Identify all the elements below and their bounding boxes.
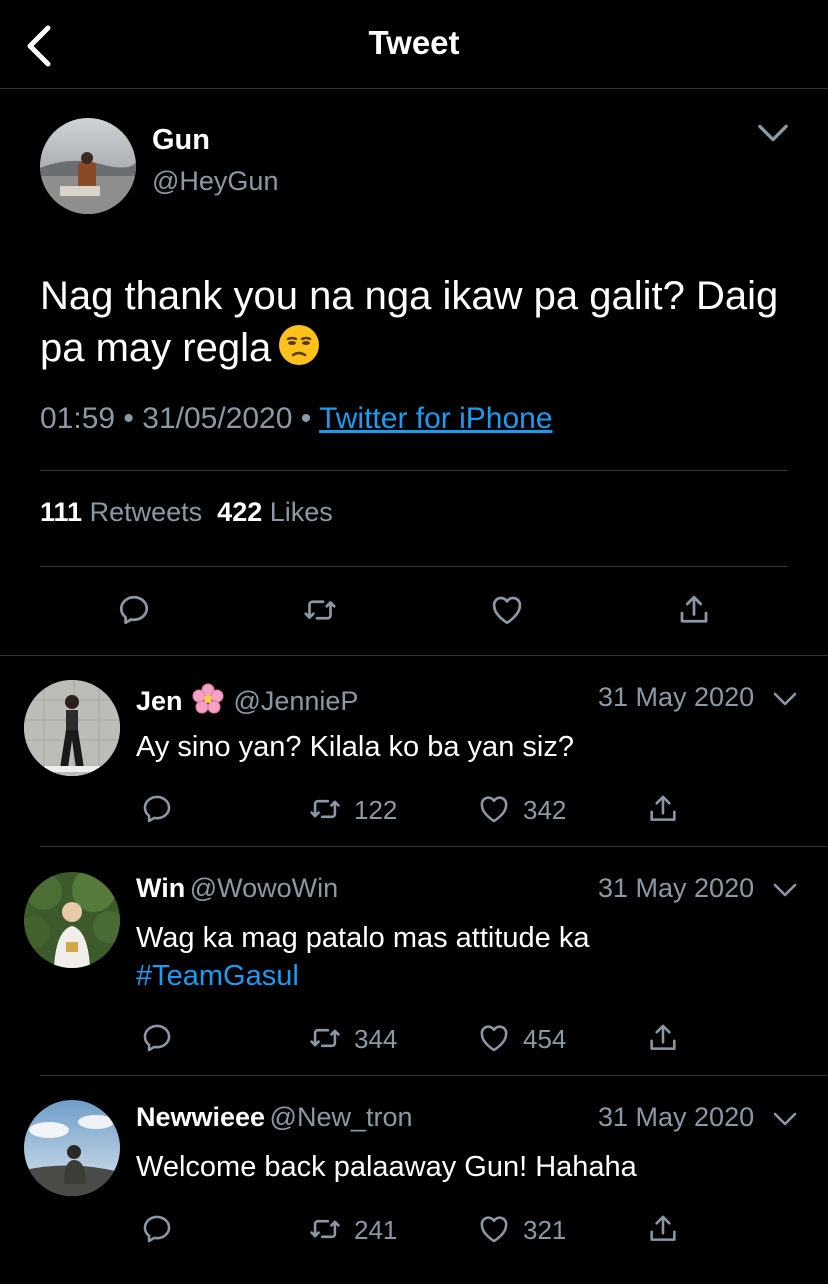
tweet-text: Nag thank you na nga ikaw pa galit? Daig… (40, 270, 780, 374)
retweets-label[interactable]: Retweets (90, 497, 203, 527)
reply-icon[interactable] (140, 792, 174, 826)
chevron-down-icon[interactable] (772, 881, 798, 899)
top-bar: Tweet (0, 0, 828, 89)
engagement-counts: 111 Retweets 422 Likes (40, 497, 333, 528)
like-count[interactable]: 422 (217, 497, 262, 527)
avatar[interactable] (24, 680, 120, 776)
reply-text: Welcome back palaaway Gun! Hahaha (136, 1151, 637, 1183)
share-icon[interactable] (646, 1212, 680, 1246)
tweet-text-body: Nag thank you na nga ikaw pa galit? Daig… (40, 274, 779, 370)
divider (0, 655, 828, 656)
retweet-count[interactable]: 111 (40, 497, 82, 527)
like-icon[interactable] (477, 1212, 511, 1246)
share-icon[interactable] (646, 792, 680, 826)
retweet-count: 241 (354, 1215, 398, 1245)
reply-date: 31 May 2020 (598, 682, 755, 712)
reply-text-body: Wag ka mag patalo mas attitude ka (136, 922, 590, 954)
like-count: 342 (523, 795, 567, 825)
divider (40, 566, 788, 567)
reply-icon[interactable] (140, 1021, 174, 1055)
divider (40, 470, 788, 471)
reply-text: Wag ka mag patalo mas attitude ka #TeamG… (136, 919, 776, 995)
reply-author-name[interactable]: Jen (136, 686, 183, 716)
reply-header: Win @WowoWin (136, 873, 338, 904)
tweet-meta: 01:59 • 31/05/2020 • Twitter for iPhone (40, 402, 553, 436)
meta-dot: • (300, 402, 312, 435)
share-icon[interactable] (646, 1021, 680, 1055)
reply-date: 31 May 2020 (598, 873, 755, 903)
like-icon[interactable] (489, 592, 525, 628)
reply-author-handle[interactable]: @WowoWin (190, 873, 338, 903)
reply-icon[interactable] (116, 592, 152, 628)
meta-dot: • (123, 402, 134, 435)
chevron-down-icon[interactable] (772, 1110, 798, 1128)
tweet-time: 01:59 (40, 402, 116, 435)
reply-author-name[interactable]: Newwieee (136, 1102, 265, 1132)
reply-date: 31 May 2020 (598, 1102, 755, 1132)
like-count: 321 (523, 1215, 567, 1245)
unamused-face-icon (279, 325, 320, 365)
divider (40, 846, 828, 847)
retweet-icon[interactable] (302, 592, 338, 628)
chevron-down-icon[interactable] (772, 690, 798, 708)
retweet-icon[interactable] (308, 1021, 342, 1055)
reply-author-handle[interactable]: @JennieP (233, 686, 358, 716)
avatar[interactable] (24, 1100, 120, 1196)
avatar[interactable] (40, 118, 136, 214)
divider (40, 1075, 828, 1076)
page-title: Tweet (368, 24, 460, 61)
likes-label[interactable]: Likes (270, 497, 333, 527)
share-icon[interactable] (676, 592, 712, 628)
retweet-icon[interactable] (308, 1212, 342, 1246)
reply-icon[interactable] (140, 1212, 174, 1246)
reply-header: Newwieee @New_tron (136, 1102, 413, 1133)
reply-author-name[interactable]: Win (136, 873, 185, 903)
author-handle[interactable]: @HeyGun (152, 166, 278, 197)
avatar[interactable] (24, 872, 120, 968)
like-count: 454 (523, 1024, 567, 1054)
reply-text: Ay sino yan? Kilala ko ba yan siz? (136, 731, 574, 763)
tweet-date: 31/05/2020 (142, 402, 293, 435)
reply-author-handle[interactable]: @New_tron (270, 1102, 413, 1132)
like-icon[interactable] (477, 1021, 511, 1055)
hashtag-link[interactable]: #TeamGasul (136, 957, 776, 995)
tweet-source-link[interactable]: Twitter for iPhone (319, 402, 552, 435)
reply-header: Jen @JennieP (136, 682, 358, 717)
chevron-down-icon[interactable] (756, 120, 790, 146)
like-icon[interactable] (477, 792, 511, 826)
retweet-count: 122 (354, 795, 398, 825)
retweet-icon[interactable] (308, 792, 342, 826)
author-name[interactable]: Gun (152, 124, 210, 157)
retweet-count: 344 (354, 1024, 398, 1054)
cherry-blossom-icon (192, 683, 224, 714)
